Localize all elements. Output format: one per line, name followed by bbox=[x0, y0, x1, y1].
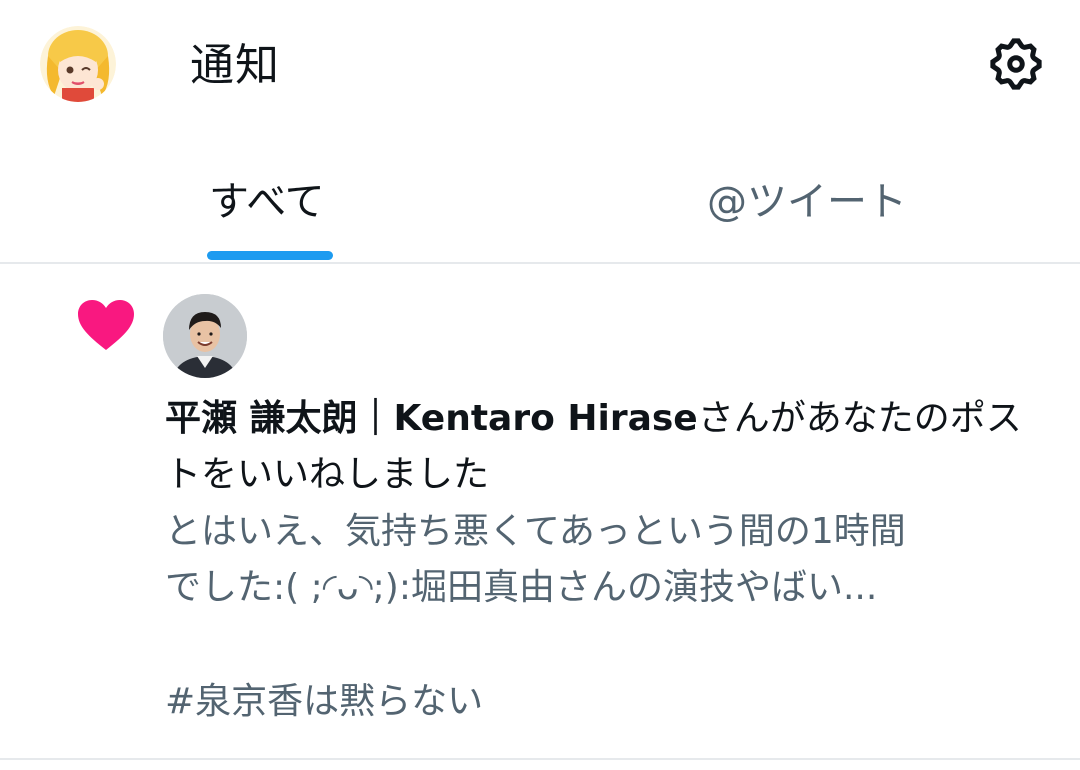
post-hashtag[interactable]: #泉京香は黙らない bbox=[165, 674, 483, 730]
liker-name[interactable]: 平瀬 謙太朗｜Kentaro Hirase bbox=[165, 398, 698, 439]
settings-button[interactable] bbox=[986, 34, 1046, 94]
tab-all-label: すべて bbox=[209, 179, 325, 225]
post-snippet-line: とはいえ、気持ち悪くてあっという間の1時間 bbox=[165, 511, 906, 552]
gear-icon bbox=[990, 38, 1042, 90]
tab-mentions-label: @ツイート bbox=[707, 179, 907, 225]
anime-avatar-icon bbox=[40, 26, 116, 102]
profile-avatar[interactable] bbox=[40, 26, 116, 102]
post-snippet[interactable]: とはいえ、気持ち悪くてあっという間の1時間 でした:( ;◜ᴗ◝;):堀田真由さ… bbox=[165, 504, 1045, 616]
heart-icon bbox=[78, 300, 134, 350]
person-photo-icon bbox=[163, 294, 247, 378]
tab-all[interactable]: すべて bbox=[0, 150, 540, 262]
page-title: 通知 bbox=[190, 40, 280, 91]
user-avatar[interactable] bbox=[163, 294, 247, 378]
divider bbox=[0, 758, 1080, 760]
tab-bar: すべて @ツイート bbox=[0, 150, 1080, 264]
post-snippet-line: でした:( ;◜ᴗ◝;):堀田真由さんの演技やばい... bbox=[165, 567, 878, 608]
top-header: 通知 bbox=[0, 0, 1080, 130]
notification-text: 平瀬 謙太朗｜Kentaro Hiraseさんがあなたのポストをいいねしました bbox=[165, 391, 1045, 503]
notification-item[interactable]: 平瀬 謙太朗｜Kentaro Hiraseさんがあなたのポストをいいねしました … bbox=[0, 264, 1080, 760]
active-tab-indicator bbox=[207, 251, 333, 260]
tab-mentions[interactable]: @ツイート bbox=[540, 150, 1080, 262]
